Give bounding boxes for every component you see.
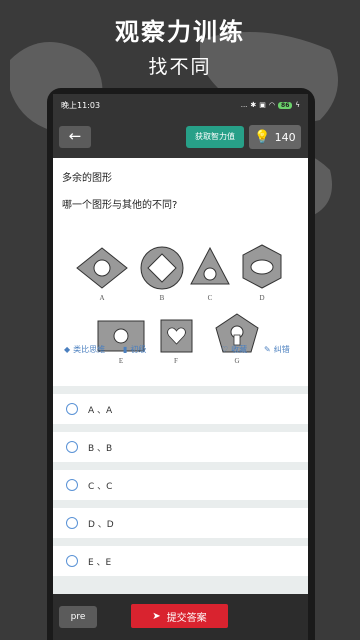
figure-label-c: C <box>208 294 213 302</box>
report-error-button[interactable]: ✎ 纠错 <box>264 344 290 355</box>
tag-icon: ◆ <box>64 345 71 354</box>
option-label: E 、E <box>88 557 112 568</box>
figure-b <box>140 246 184 290</box>
back-button[interactable]: ← <box>59 126 91 148</box>
option-c[interactable]: C 、C <box>53 470 308 500</box>
radio-icon[interactable] <box>66 403 78 415</box>
option-a[interactable]: A 、A <box>53 394 308 424</box>
status-bar: 晚上11:03 ... ✱ ▣ ◠ 86 ϟ <box>53 94 308 116</box>
answer-options: A 、A B 、B C 、C D 、D E 、E <box>53 386 308 576</box>
figure-label-b: B <box>160 294 165 302</box>
bottom-bar: pre ➤ 提交答案 <box>53 594 308 640</box>
option-b[interactable]: B 、B <box>53 432 308 462</box>
score-badge[interactable]: 💡 140 <box>249 125 301 149</box>
promo-subtitle: 找不同 <box>148 56 212 78</box>
figure-c <box>190 246 230 285</box>
favorite-button[interactable]: ♡ 收藏 <box>221 344 247 355</box>
toolbar: ← 获取智力值 💡 140 <box>53 116 308 158</box>
radio-icon[interactable] <box>66 479 78 491</box>
level-tag[interactable]: ▮ 初级 <box>123 344 146 355</box>
promo-title: 观察力训练 <box>115 18 245 46</box>
report-label: 纠错 <box>273 345 290 354</box>
lightbulb-icon: 💡 <box>254 129 271 145</box>
figure-label-d: D <box>259 294 264 302</box>
level-tag-label: 初级 <box>130 345 147 354</box>
wifi-icon: ◠ <box>268 101 276 109</box>
figure-label-a: A <box>99 294 104 302</box>
radio-icon[interactable] <box>66 441 78 453</box>
battery-icon: 86 <box>278 101 293 109</box>
status-time: 晚上11:03 <box>61 100 101 110</box>
app-screen: 晚上11:03 ... ✱ ▣ ◠ 86 ϟ ← 获取智力值 💡 140 多余的… <box>53 94 308 640</box>
question-category: 多余的图形 <box>62 173 112 184</box>
option-label: B 、B <box>88 443 113 454</box>
previous-button[interactable]: pre <box>59 606 97 628</box>
option-e[interactable]: E 、E <box>53 546 308 576</box>
bookmark-icon: ▮ <box>123 345 128 354</box>
arrow-left-icon: ← <box>68 127 82 145</box>
type-tag[interactable]: ◆ 类比思维 <box>64 344 105 355</box>
pencil-icon: ✎ <box>264 345 271 354</box>
question-text: 哪一个图形与其他的不同? <box>62 200 178 211</box>
signal-dots: ... <box>240 101 248 109</box>
figure-a <box>76 247 128 289</box>
submit-answer-button[interactable]: ➤ 提交答案 <box>131 604 228 628</box>
submit-label: 提交答案 <box>166 612 207 624</box>
sim-icon: ▣ <box>259 101 266 109</box>
score-value: 140 <box>274 130 296 144</box>
question-card: 多余的图形 哪一个图形与其他的不同? A B C D E F G ◆ 类比思维 … <box>53 158 308 386</box>
figure-d <box>242 244 282 289</box>
radio-icon[interactable] <box>66 555 78 567</box>
option-label: C 、C <box>88 481 113 492</box>
charging-icon: ϟ <box>295 101 300 109</box>
bluetooth-icon: ✱ <box>250 101 257 109</box>
type-tag-label: 类比思维 <box>73 345 106 354</box>
option-d[interactable]: D 、D <box>53 508 308 538</box>
favorite-label: 收藏 <box>231 345 248 354</box>
radio-icon[interactable] <box>66 517 78 529</box>
heart-icon: ♡ <box>221 345 229 354</box>
question-tags: ◆ 类比思维 ▮ 初级 ♡ 收藏 ✎ 纠错 <box>53 344 308 364</box>
status-icons: ... ✱ ▣ ◠ 86 ϟ <box>241 101 300 109</box>
send-icon: ➤ <box>152 610 161 622</box>
option-label: A 、A <box>88 405 113 416</box>
get-wisdom-button[interactable]: 获取智力值 <box>186 126 244 148</box>
option-label: D 、D <box>88 519 114 530</box>
